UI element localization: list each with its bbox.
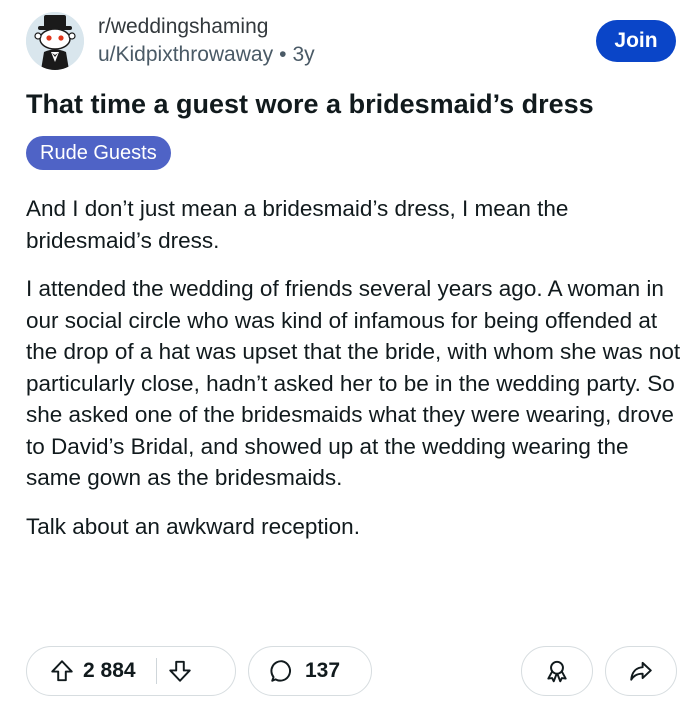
share-arrow-icon — [628, 658, 654, 684]
subreddit-name[interactable]: r/weddingshaming — [98, 14, 315, 40]
post-paragraph: I attended the wedding of friends severa… — [26, 276, 681, 490]
join-button[interactable]: Join — [596, 20, 676, 62]
upvote-count: 2 884 — [83, 659, 136, 682]
vote-divider — [155, 658, 157, 684]
comments-button[interactable]: 137 — [248, 646, 372, 696]
post-paragraph: Talk about an awkward reception. — [26, 513, 360, 539]
arrow-up-icon[interactable] — [49, 658, 75, 684]
speech-bubble-icon — [269, 658, 295, 684]
subreddit-avatar-icon[interactable] — [26, 12, 84, 70]
award-button[interactable] — [521, 646, 593, 696]
post-flair[interactable]: Rude Guests — [26, 136, 171, 170]
award-ribbon-icon — [544, 658, 570, 684]
post-body: And I don’t just mean a bridesmaid’s dre… — [26, 193, 681, 559]
arrow-down-icon[interactable] — [167, 658, 193, 684]
vote-control: 2 884 — [26, 646, 236, 696]
author-username[interactable]: u/Kidpixthrowaway — [98, 43, 273, 66]
post-title[interactable]: That time a guest wore a bridesmaid’s dr… — [26, 86, 676, 122]
comment-count: 137 — [305, 659, 341, 682]
meta-separator: • — [279, 43, 287, 66]
post-age: 3y — [292, 43, 315, 66]
post-meta: r/weddingshaming u/Kidpixthrowaway • 3y — [98, 14, 315, 68]
author-line: u/Kidpixthrowaway • 3y — [98, 42, 315, 68]
action-bar: 2 884 137 — [26, 646, 677, 696]
post-header: r/weddingshaming u/Kidpixthrowaway • 3y Jo… — [26, 12, 676, 74]
share-button[interactable] — [605, 646, 677, 696]
post-paragraph: And I don’t just mean a bridesmaid’s dre… — [26, 196, 569, 253]
